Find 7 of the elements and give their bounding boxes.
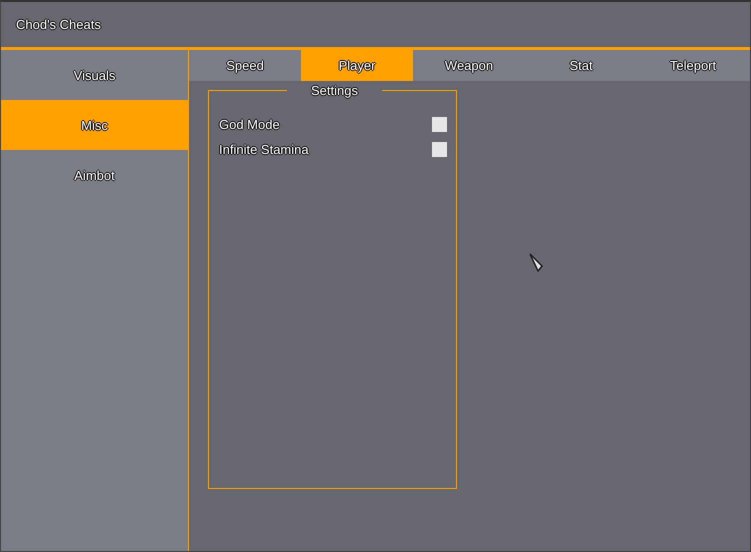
- cursor-icon: [528, 252, 544, 274]
- checkbox[interactable]: [432, 116, 447, 132]
- option-label: Infinite Stamina: [219, 142, 309, 156]
- window-title: Chod's Cheats: [16, 17, 101, 32]
- checkbox[interactable]: [432, 142, 447, 156]
- option-label: God Mode: [219, 116, 280, 132]
- group-title: Settings: [287, 83, 382, 99]
